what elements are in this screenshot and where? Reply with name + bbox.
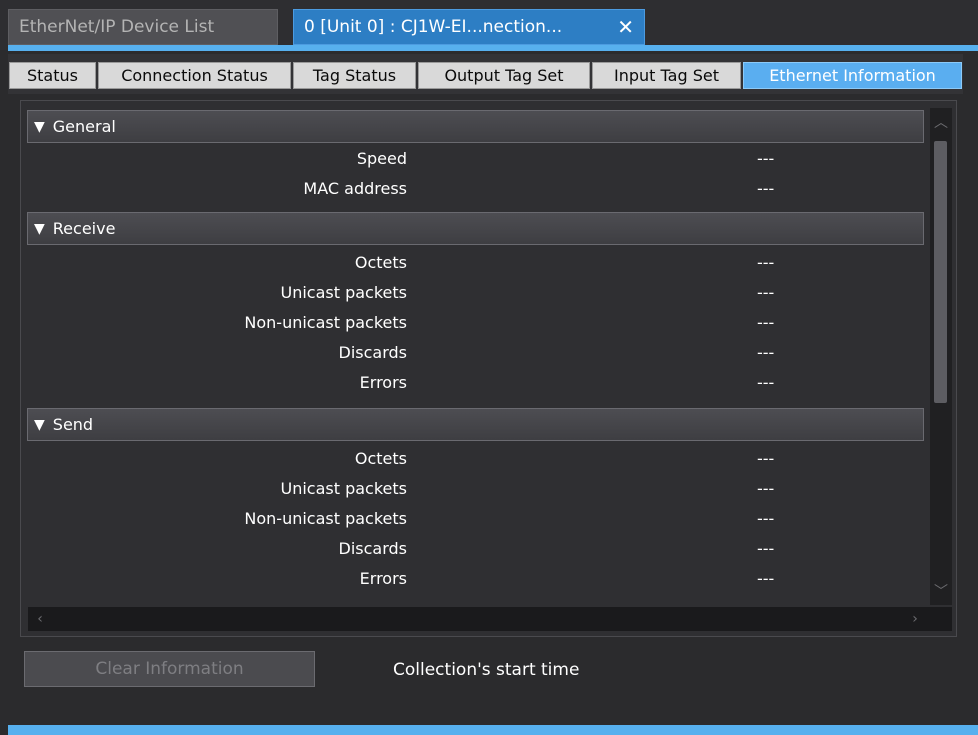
tab-output-tag-set[interactable]: Output Tag Set bbox=[418, 62, 590, 89]
row-value: --- bbox=[757, 313, 775, 332]
row-value: --- bbox=[757, 343, 775, 362]
send-row-errors: Errors --- bbox=[27, 566, 924, 596]
row-label: MAC address bbox=[303, 179, 407, 198]
section-send-header[interactable]: ▼ Send bbox=[27, 408, 924, 441]
sub-tab-bar: Status Connection Status Tag Status Outp… bbox=[8, 54, 963, 94]
triangle-down-icon[interactable]: ▼ bbox=[34, 119, 45, 135]
send-row-octets: Octets --- bbox=[27, 446, 924, 476]
tab-status[interactable]: Status bbox=[9, 62, 96, 89]
receive-row-errors: Errors --- bbox=[27, 370, 924, 400]
row-value: --- bbox=[757, 479, 775, 498]
row-label: Non-unicast packets bbox=[244, 313, 407, 332]
row-label: Speed bbox=[356, 149, 407, 168]
send-row-discards: Discards --- bbox=[27, 536, 924, 566]
chevron-down-icon[interactable]: ﹀ bbox=[930, 580, 952, 602]
vertical-scrollbar[interactable]: ︿ ﹀ bbox=[930, 108, 952, 605]
chevron-left-icon[interactable]: ‹ bbox=[29, 608, 51, 630]
tab-ethernet-information[interactable]: Ethernet Information bbox=[743, 62, 962, 89]
clear-information-button[interactable]: Clear Information bbox=[24, 651, 315, 687]
row-label: Octets bbox=[354, 253, 407, 272]
receive-row-non-unicast-packets: Non-unicast packets --- bbox=[27, 310, 924, 340]
tab-connection-status[interactable]: Connection Status bbox=[98, 62, 291, 89]
row-label: Unicast packets bbox=[280, 283, 408, 302]
row-value: --- bbox=[757, 509, 775, 528]
receive-row-octets: Octets --- bbox=[27, 250, 924, 280]
row-value: --- bbox=[757, 449, 775, 468]
section-general-header[interactable]: ▼ General bbox=[27, 110, 924, 143]
section-receive-header[interactable]: ▼ Receive bbox=[27, 212, 924, 245]
tab-input-tag-set[interactable]: Input Tag Set bbox=[592, 62, 741, 89]
general-row-speed: Speed --- bbox=[27, 146, 924, 176]
row-label: Discards bbox=[338, 343, 408, 362]
tab-unit-connection[interactable]: 0 [Unit 0] : CJ1W-EI...nection... ✕ bbox=[293, 9, 645, 45]
bottom-accent-bar bbox=[8, 725, 978, 735]
tab-tag-status[interactable]: Tag Status bbox=[293, 62, 416, 89]
receive-row-unicast-packets: Unicast packets --- bbox=[27, 280, 924, 310]
tab-unit-connection-label: 0 [Unit 0] : CJ1W-EI...nection... bbox=[304, 17, 563, 37]
app-window: EtherNet/IP Device List 0 [Unit 0] : CJ1… bbox=[0, 0, 978, 735]
row-label: Discards bbox=[338, 539, 408, 558]
row-value: --- bbox=[757, 373, 775, 392]
vertical-scroll-thumb[interactable] bbox=[934, 141, 947, 403]
tab-device-list-label: EtherNet/IP Device List bbox=[19, 17, 215, 37]
row-label: Errors bbox=[359, 373, 407, 392]
row-value: --- bbox=[757, 283, 775, 302]
row-label: Unicast packets bbox=[280, 479, 408, 498]
row-label: Octets bbox=[354, 449, 407, 468]
row-value: --- bbox=[757, 179, 775, 198]
send-row-unicast-packets: Unicast packets --- bbox=[27, 476, 924, 506]
triangle-down-icon[interactable]: ▼ bbox=[34, 221, 45, 237]
tab-device-list[interactable]: EtherNet/IP Device List bbox=[8, 9, 278, 45]
document-tab-bar: EtherNet/IP Device List 0 [Unit 0] : CJ1… bbox=[0, 0, 978, 51]
row-value: --- bbox=[757, 539, 775, 558]
collection-start-time-label: Collection's start time bbox=[393, 660, 580, 680]
triangle-down-icon[interactable]: ▼ bbox=[34, 417, 45, 433]
chevron-up-icon[interactable]: ︿ bbox=[930, 111, 952, 133]
close-icon[interactable]: ✕ bbox=[609, 15, 634, 39]
section-general-title: General bbox=[52, 117, 116, 136]
general-row-mac-address: MAC address --- bbox=[27, 176, 924, 206]
row-value: --- bbox=[757, 149, 775, 168]
row-value: --- bbox=[757, 569, 775, 588]
ethernet-information-panel: ▼ General Speed --- MAC address --- ▼ Re… bbox=[20, 100, 957, 637]
receive-row-discards: Discards --- bbox=[27, 340, 924, 370]
active-tab-underline bbox=[8, 45, 978, 51]
row-label: Errors bbox=[359, 569, 407, 588]
row-label: Non-unicast packets bbox=[244, 509, 407, 528]
row-value: --- bbox=[757, 253, 775, 272]
section-send-title: Send bbox=[52, 415, 94, 434]
horizontal-scrollbar[interactable]: ‹ › bbox=[28, 607, 952, 631]
section-receive-title: Receive bbox=[52, 219, 116, 238]
chevron-right-icon[interactable]: › bbox=[904, 608, 926, 630]
send-row-non-unicast-packets: Non-unicast packets --- bbox=[27, 506, 924, 536]
